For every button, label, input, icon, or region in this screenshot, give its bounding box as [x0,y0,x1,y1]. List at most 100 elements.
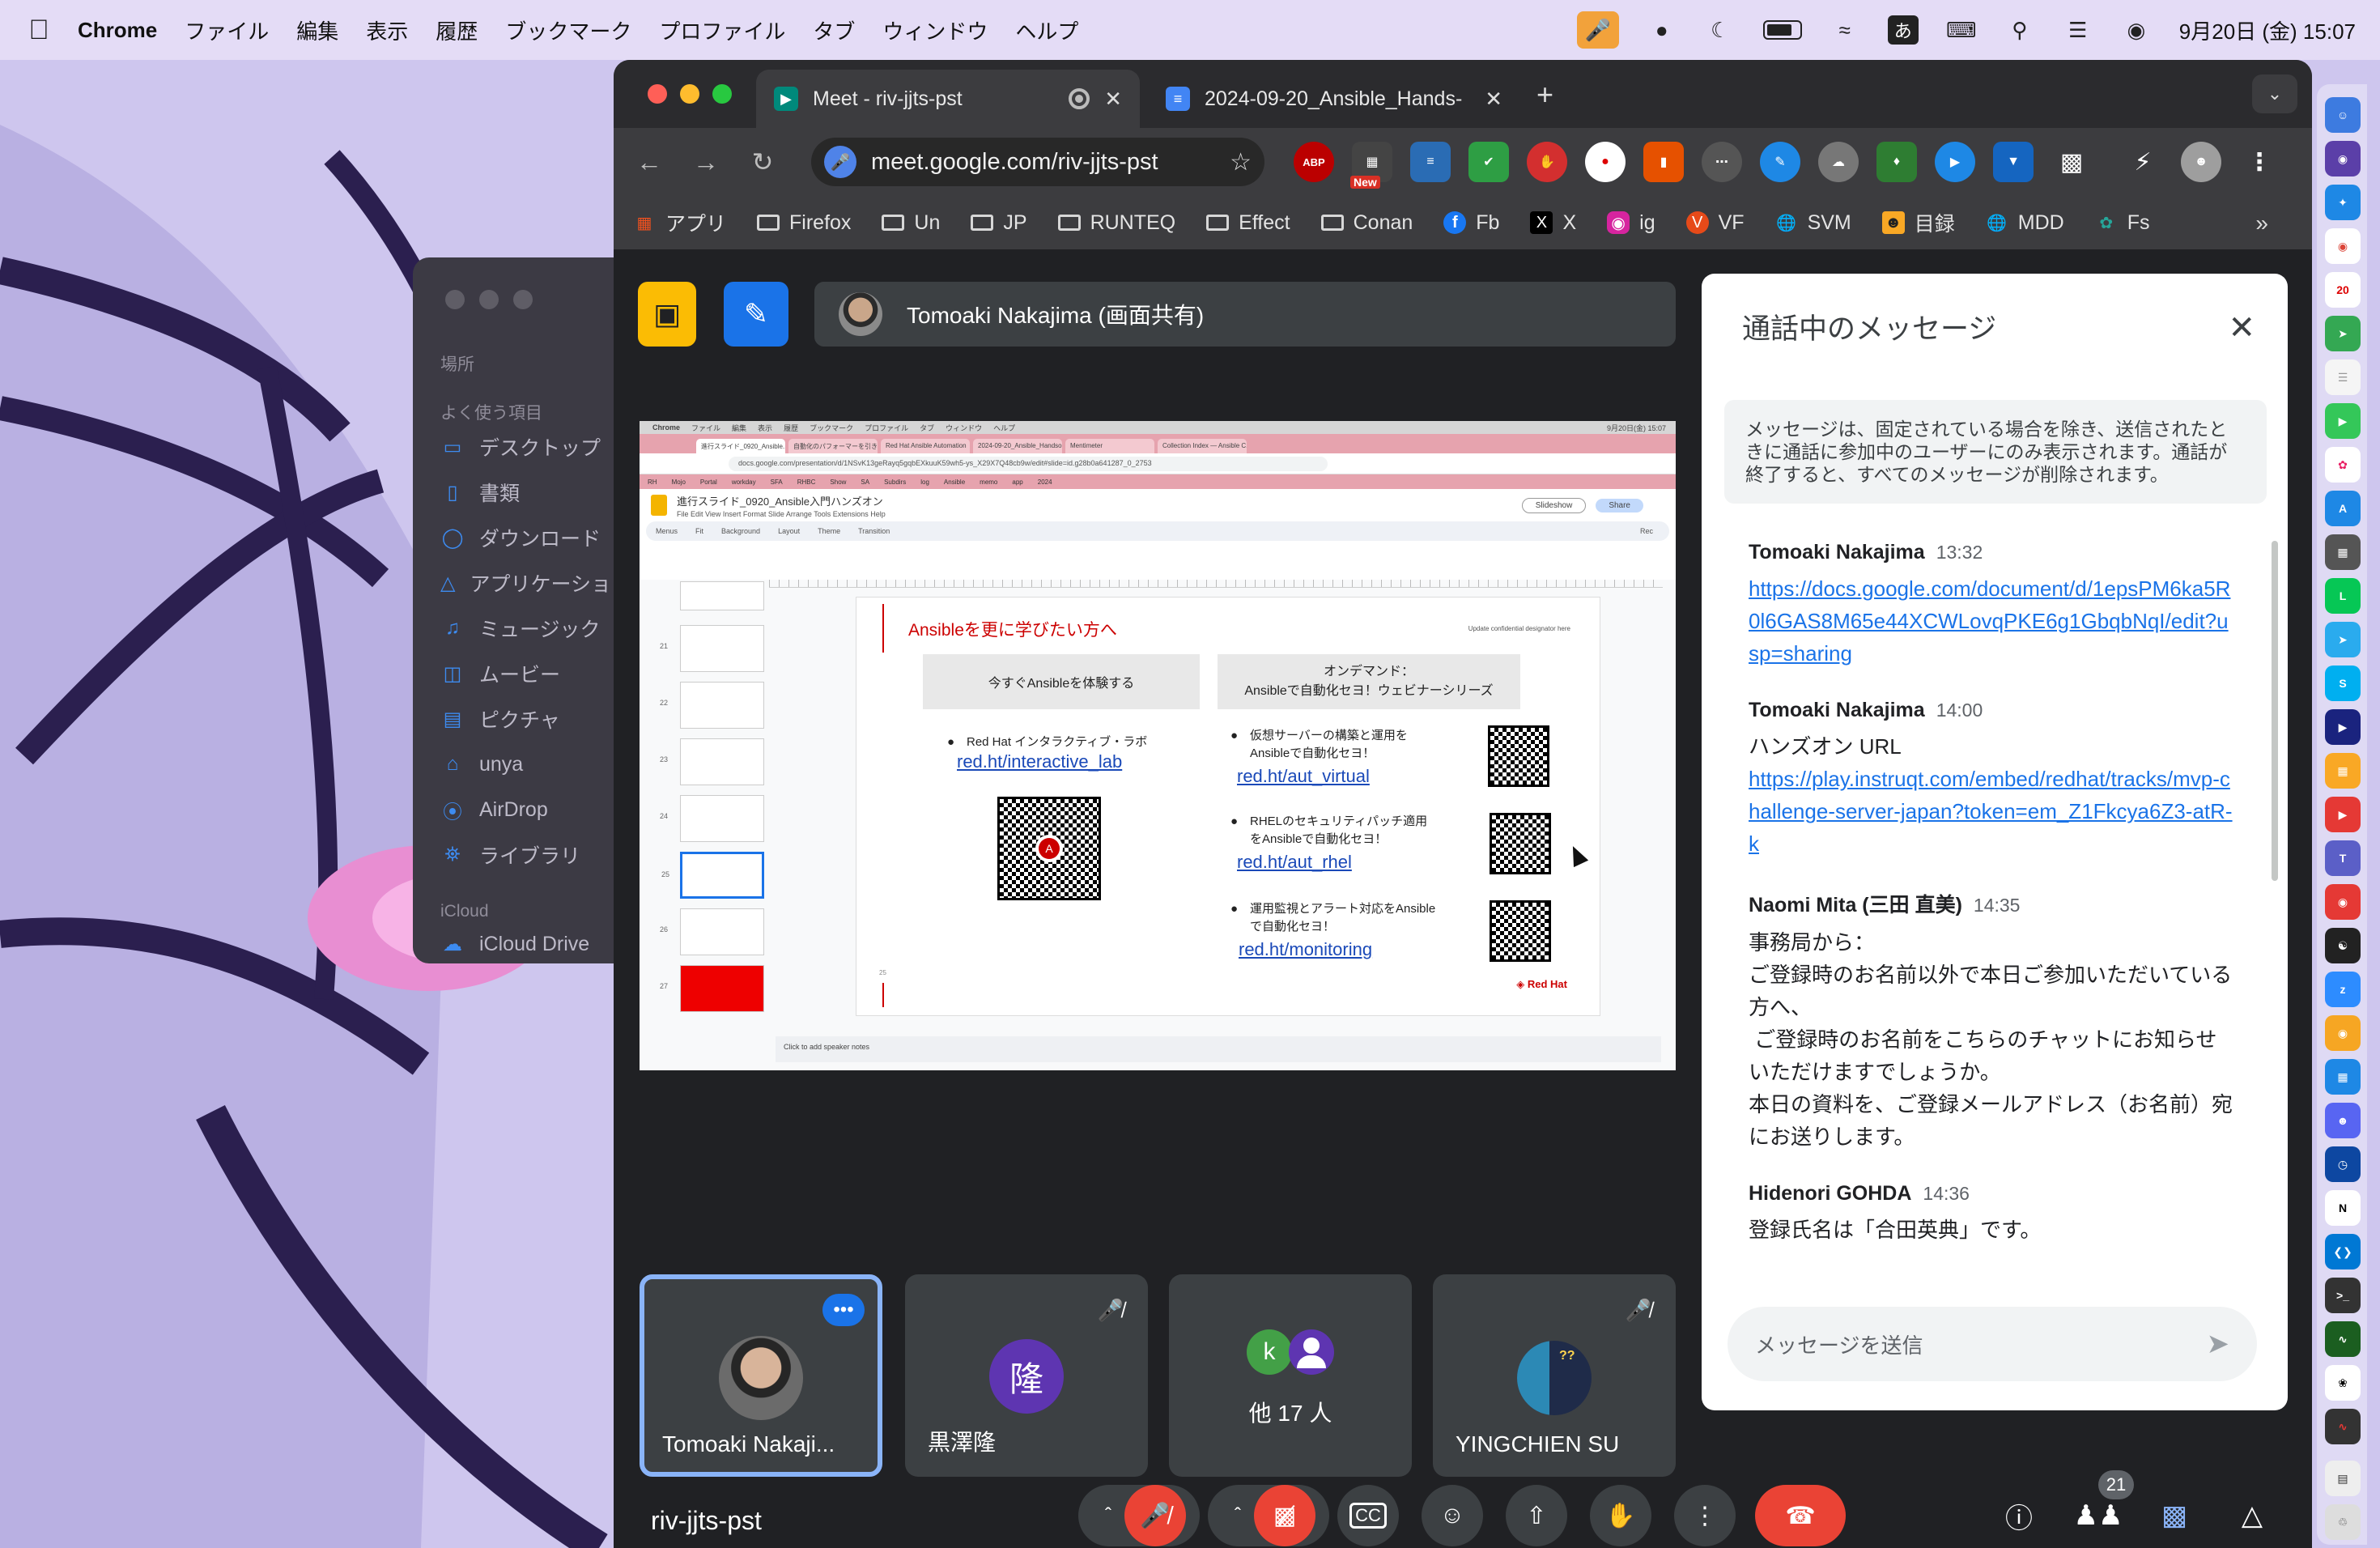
tab-search-button[interactable]: ⌄ [2252,74,2297,113]
participant-tile-others[interactable]: k 他 17 人 [1169,1274,1412,1477]
keyboard-icon[interactable]: ⌨ [1946,15,1977,45]
menu-help[interactable]: ヘルプ [1015,15,1078,45]
facetime-dock-icon[interactable]: ▶ [2325,403,2361,439]
youtube-dock-icon[interactable]: ▶ [2325,797,2361,832]
bookmark-ig[interactable]: ◉ ig [1607,211,1655,235]
menu-window[interactable]: ウィンドウ [882,15,988,45]
message-link[interactable]: https://play.instruqt.com/embed/redhat/t… [1749,767,2233,856]
finder-item-pictures[interactable]: ▤ ピクチャ [440,696,623,742]
finder-item-icloud-drive[interactable]: ☁ iCloud Drive [440,921,623,963]
profile-avatar-icon[interactable]: ☻ [2181,142,2221,182]
camera-off-button[interactable]: ▩̸ [1254,1485,1315,1546]
skype-dock-icon[interactable]: S [2325,666,2361,701]
chrome-dock-icon[interactable]: ◉ [2325,228,2361,264]
zoom-dock-icon[interactable]: z [2325,972,2361,1007]
participant-tile[interactable]: 🎤̸ 隆 黒澤隆 [905,1274,1148,1477]
stop-extension-icon[interactable]: ✋ [1527,142,1567,182]
video-dock-icon[interactable]: ▶ [2325,709,2361,745]
calendar-dock-icon[interactable]: 20 [2325,272,2361,308]
finder-item-desktop[interactable]: ▭ デスクトップ [440,424,623,470]
message-link[interactable]: https://docs.google.com/document/d/1epsP… [1749,576,2230,666]
audio-dock-icon[interactable]: ∿ [2325,1409,2361,1444]
photos-dock-icon[interactable]: ✿ [2325,447,2361,483]
new-tab-button[interactable]: + [1536,78,1553,112]
bookmark-effect[interactable]: Effect [1206,211,1290,235]
microphone-in-use-icon[interactable]: 🎤 [824,146,856,178]
activity-monitor-dock-icon[interactable]: ∿ [2325,1321,2361,1357]
finder-item-home[interactable]: ⌂ unya [440,742,623,787]
maps-dock-icon[interactable]: ➤ [2325,316,2361,351]
cloud-extension-icon[interactable]: ☁ [1818,142,1859,182]
close-window-button[interactable] [648,84,667,104]
line-status-icon[interactable]: ● [1647,15,1677,45]
line-dock-icon[interactable]: L [2325,578,2361,614]
app-dock-icon[interactable]: ◉ [2325,1015,2361,1051]
trash-dock-icon[interactable]: ♲ [2325,1504,2361,1540]
wifi-icon[interactable]: ≈ [1830,15,1860,45]
vscode-dock-icon[interactable]: ❮❯ [2325,1234,2361,1269]
mic-in-use-icon[interactable]: 🎤 [1576,11,1619,49]
more-options-button[interactable]: ⋮ [1674,1485,1736,1546]
captions-button[interactable]: CC [1337,1485,1399,1546]
finder-dock-icon[interactable]: ☺ [2325,97,2361,133]
chatgpt-dock-icon[interactable]: ❀ [2325,1365,2361,1401]
bookmark-fs[interactable]: ✿ Fs [2095,211,2149,235]
finder-item-airdrop[interactable]: ⦿ AirDrop [440,787,623,832]
bookmark-star-icon[interactable]: ☆ [1230,148,1252,176]
finder-item-downloads[interactable]: ◯ ダウンロード [440,515,623,560]
play-extension-icon[interactable]: ▶ [1935,142,1975,182]
meeting-details-button[interactable]: ⓘ [1995,1491,2043,1540]
address-bar[interactable]: 🎤 meet.google.com/riv-jjts-pst ☆ [811,138,1264,186]
menu-profiles[interactable]: プロファイル [659,15,785,45]
focus-moon-icon[interactable]: ☾ [1705,15,1736,45]
zoom-window-button[interactable] [712,84,732,104]
presentation-off-icon[interactable]: ▣ [638,282,696,347]
minimize-window-button[interactable] [680,84,699,104]
clock-dock-icon[interactable]: ◷ [2325,1146,2361,1182]
safari-dock-icon[interactable]: ✦ [2325,185,2361,220]
adblock-plus-icon[interactable]: ABP [1294,142,1334,182]
chat-input-placeholder[interactable]: メッセージを送信 [1755,1329,1923,1359]
chat-button[interactable]: ▩ [2150,1491,2199,1540]
more-bookmarks-icon[interactable]: » [2255,211,2268,236]
reader-extension-icon[interactable]: ≡ [1410,142,1451,182]
participant-tile-self[interactable]: ••• Tomoaki Nakaji... [640,1274,882,1477]
url-text[interactable]: meet.google.com/riv-jjts-pst [871,149,1158,176]
back-button[interactable]: ← [630,142,669,181]
raise-hand-button[interactable]: ✋ [1590,1485,1651,1546]
reload-button[interactable]: ↻ [743,142,782,181]
control-center-icon[interactable]: ☰ [2063,15,2093,45]
launchpad-dock-icon[interactable]: ◉ [2325,141,2361,176]
input-method-icon[interactable]: あ [1887,15,1919,45]
telegram-dock-icon[interactable]: ➤ [2325,622,2361,657]
close-tab-icon[interactable]: ✕ [1485,87,1502,112]
leave-call-button[interactable]: ☎ [1755,1485,1846,1546]
chevron-up-icon[interactable]: ˆ [1222,1504,1254,1527]
close-icon[interactable]: ✕ [2228,309,2255,347]
notes-dock-icon[interactable]: ☰ [2325,359,2361,395]
pen-extension-icon[interactable]: ✎ [1760,142,1800,182]
menu-view[interactable]: 表示 [366,15,408,45]
menu-file[interactable]: ファイル [185,15,269,45]
more-options-icon[interactable]: ••• [822,1294,865,1326]
downloads-stack-dock-icon[interactable]: ▤ [2325,1461,2361,1496]
annotate-pen-icon[interactable]: ✎ [724,282,788,347]
vpn-shield-extension-icon[interactable]: ▼ [1993,142,2034,182]
performance-icon[interactable]: ⚡ [2123,142,2163,182]
microphone-control[interactable]: ˆ 🎤̸ [1078,1485,1200,1546]
close-tab-icon[interactable]: ✕ [1104,87,1122,112]
finder-item-movies[interactable]: ◫ ムービー [440,651,623,696]
bookmark-apps[interactable]: ▦ アプリ [633,208,726,237]
chat-extension-icon[interactable]: ⋯ [1702,142,1742,182]
terminal-dock-icon[interactable]: >_ [2325,1278,2361,1313]
finder-item-library[interactable]: ⛯ ライブラリ [440,832,623,878]
teams-dock-icon[interactable]: T [2325,840,2361,876]
bookmark-x[interactable]: XX [1530,211,1576,235]
bookmark-mdd[interactable]: 🌐 MDD [1986,211,2063,235]
folder-dock-icon[interactable]: ▦ [2325,753,2361,789]
presenter-bar[interactable]: Tomoaki Nakajima (画面共有) [814,282,1676,347]
menu-edit[interactable]: 編集 [296,15,338,45]
chat-scrollbar[interactable] [2272,541,2278,881]
screen-record-dock-icon[interactable]: ◉ [2325,884,2361,920]
chat-input[interactable]: メッセージを送信 ➤ [1728,1307,2257,1381]
